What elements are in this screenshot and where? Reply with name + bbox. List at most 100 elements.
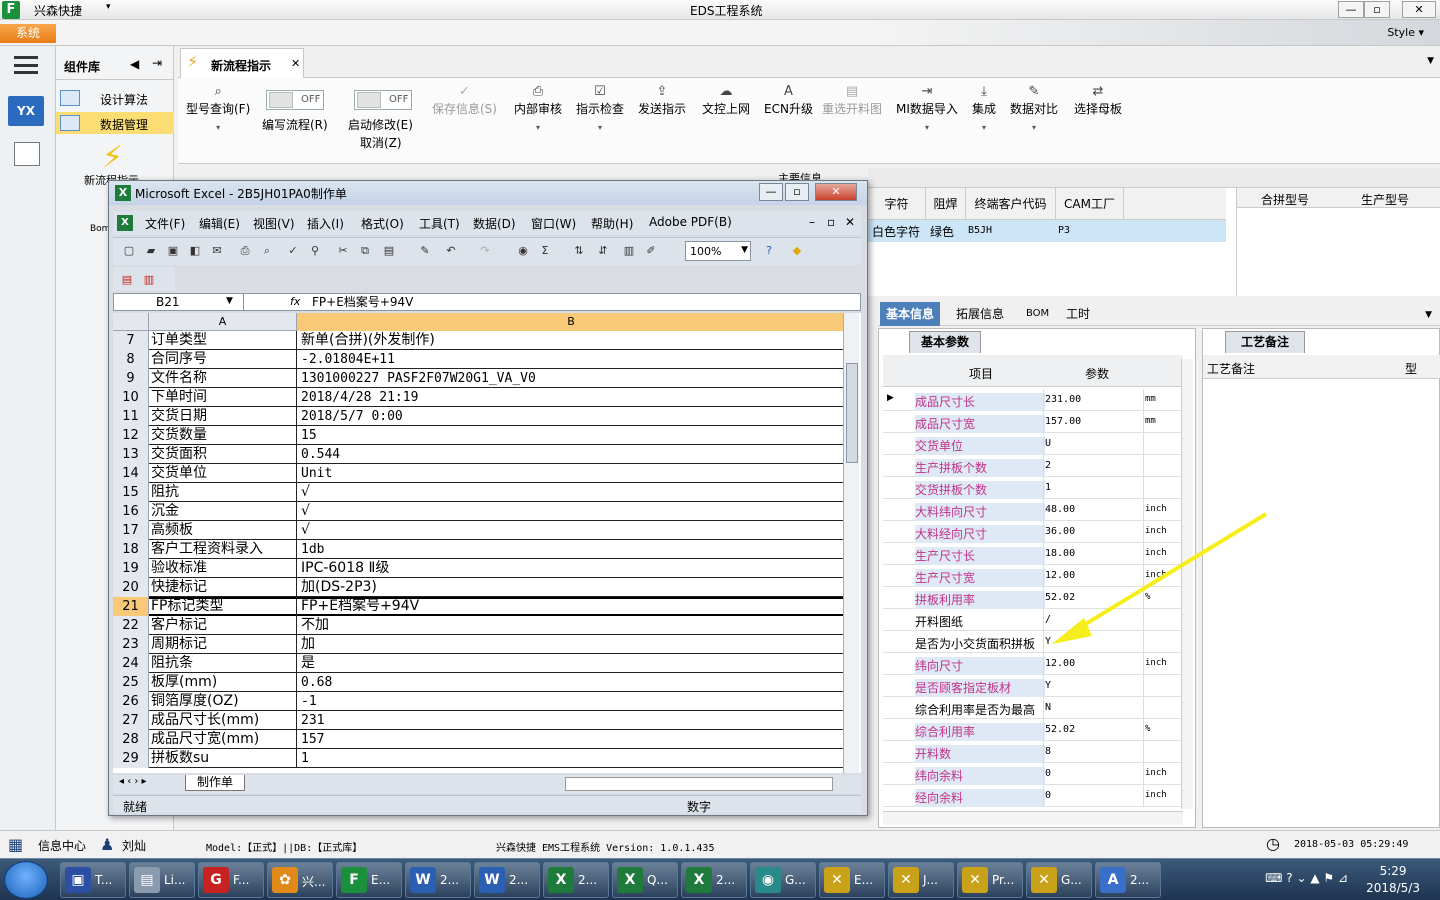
yx-module-icon[interactable]: YX [8,96,44,126]
close-button[interactable]: ✕ [1402,1,1436,18]
row-number[interactable]: 20 [113,578,149,597]
excel-menu-tools[interactable]: 工具(T) [419,215,460,232]
row-number[interactable]: 18 [113,540,149,559]
excel-menu-insert[interactable]: 插入(I) [307,215,344,232]
lightning-icon[interactable]: ⚡ [102,140,123,175]
param-value[interactable]: Y [1045,680,1051,691]
save-info-button[interactable]: ✓ 保存信息(S) [432,84,497,117]
component-item-data-management[interactable]: 数据管理 [56,112,174,134]
zoom-select[interactable]: 100% ▼ [685,241,751,261]
scrollbar-thumb[interactable] [846,363,858,463]
excel-doc-icon[interactable]: X [117,215,133,231]
excel-title-bar[interactable]: X Microsoft Excel - 2B5JH01PA0制作单 [109,181,867,205]
pin-icon[interactable]: ⇥ [152,56,162,70]
table-row[interactable]: 23 周期标记加 [113,635,845,654]
component-item-design-algorithm[interactable]: 设计算法 [56,87,174,109]
row-number[interactable]: 28 [113,730,149,749]
chevron-down-icon[interactable]: ▼ [226,296,233,306]
param-value[interactable]: 0 [1045,768,1051,779]
param-row[interactable]: 成品尺寸宽 157.00 mm [883,411,1183,433]
cell-b[interactable]: 2018/4/28 21:19 [301,388,841,407]
table-row[interactable]: 20 快捷标记 加(DS-2P3) [113,578,845,597]
cell-a[interactable]: 客户工程资料录入 [151,540,297,559]
cell-a[interactable]: 阻抗条 [151,654,297,673]
taskbar-item[interactable]: ✕ J... [888,862,954,898]
param-value[interactable]: 52.02 [1045,724,1075,735]
cut-icon[interactable]: ✂ [335,243,351,259]
table-row[interactable]: 11 交货日期 2018/5/7 0:00 [113,407,845,426]
excel-menu-file[interactable]: 文件(F) [145,215,185,232]
system-menu-button[interactable]: 系统 [0,24,56,43]
cell-a[interactable]: 高频板 [151,521,297,540]
drawing-icon[interactable]: ✐ [643,243,659,259]
param-row[interactable]: 交货拼板个数 1 [883,477,1183,499]
cell-a[interactable]: 拼板数su [151,749,297,768]
table-row[interactable]: 24 阻抗条是 [113,654,845,673]
tab-basic-info[interactable]: 基本信息 [880,302,941,326]
cell-a[interactable]: 订单类型 [151,331,297,350]
open-folder-icon[interactable]: ▰ [143,243,159,259]
row-number[interactable]: 26 [113,692,149,711]
table-row[interactable]: 13 交货面积 0.544 [113,445,845,464]
row-number[interactable]: 12 [113,426,149,445]
calculator-icon[interactable] [14,142,40,166]
excel-doc-close[interactable]: ✕ [845,215,855,229]
cell-b[interactable]: 0.68 [301,673,841,692]
cell-b[interactable]: 是 [301,654,841,673]
param-value[interactable]: N [1045,702,1051,713]
row-number[interactable]: 7 [113,331,149,350]
pdf-email-icon[interactable]: ▥ [141,272,157,288]
start-button[interactable] [4,861,48,899]
tab-new-flow[interactable]: ⚡ 新流程指示 ✕ [180,48,304,78]
taskbar-item[interactable]: ✕ Pr... [957,862,1023,898]
select-mother-board-button[interactable]: ⇄ 选择母板 [1074,84,1122,117]
reselect-cutting-button[interactable]: ▤ 重选开料图 [822,84,882,117]
param-value[interactable]: 1 [1045,482,1051,493]
sort-ascending-icon[interactable]: ⇅ [571,243,587,259]
table-row[interactable]: 21 FP标记类型 FP+E档案号+94V [113,597,845,616]
name-box[interactable]: B21 [114,294,244,310]
table-row[interactable]: 25 板厚(mm) 0.68 [113,673,845,692]
taskbar-item[interactable]: ✕ G... [1026,862,1092,898]
row-number[interactable]: 8 [113,350,149,369]
instruction-check-button[interactable]: ☑ 指示检查 ▾ [576,84,624,132]
close-icon[interactable]: ✕ [291,57,300,70]
tab-extended-info[interactable]: 拓展信息 [950,302,1010,326]
row-number[interactable]: 27 [113,711,149,730]
cell-a[interactable]: 交货日期 [151,407,297,426]
column-header[interactable]: 终端客户代码 [966,188,1056,220]
excel-doc-minimize[interactable]: – [809,215,815,229]
tab-work-hours[interactable]: 工时 [1060,302,1096,326]
minimize-button[interactable]: — [1338,1,1364,18]
sheet-tab-production[interactable]: 制作单 [185,775,245,791]
cell-b[interactable]: -2.01804E+11 [301,350,841,369]
param-value[interactable]: 8 [1045,746,1051,757]
cell-b[interactable]: 0.544 [301,445,841,464]
table-row[interactable]: 27 成品尺寸长(mm) 231 [113,711,845,730]
excel-window[interactable]: X Microsoft Excel - 2B5JH01PA0制作单 — ▫ ✕ … [108,180,868,816]
hyperlink-icon[interactable]: ◉ [515,243,531,259]
permission-icon[interactable]: ◧ [187,243,203,259]
data-compare-button[interactable]: ✎ 数据对比 ▾ [1010,84,1058,132]
taskbar-item[interactable]: X 2... [681,862,747,898]
cell-b[interactable]: 新单(合拼)(外发制作) [301,331,841,350]
taskbar-item[interactable]: ✿ 兴... [267,862,333,898]
cell-a[interactable]: 成品尺寸长(mm) [151,711,297,730]
cell-b[interactable]: 157 [301,730,841,749]
cell-b[interactable]: 2018/5/7 0:00 [301,407,841,426]
chart-wizard-icon[interactable]: ▥ [621,243,637,259]
param-value[interactable]: 12.00 [1045,658,1075,669]
tab-process-notes[interactable]: 工艺备注 [1225,331,1305,353]
taskbar-item[interactable]: ▤ Li... [129,862,195,898]
quick-access-dropdown[interactable]: ▾ [106,2,111,12]
taskbar-item[interactable]: W 2... [474,862,540,898]
taskbar-item[interactable]: A 2... [1095,862,1161,898]
cell-b[interactable]: 不加 [301,616,841,635]
column-header[interactable]: 参数 [1085,365,1109,382]
grid-apps-icon[interactable]: ▦ [8,835,23,854]
excel-vertical-scrollbar[interactable] [843,313,859,773]
column-header[interactable]: 工艺备注 [1207,360,1255,377]
params-horizontal-scrollbar[interactable] [883,811,1183,825]
table-row[interactable]: 10 下单时间 2018/4/28 21:19 [113,388,845,407]
param-row[interactable]: 综合利用率是否为最高 N [883,697,1183,719]
